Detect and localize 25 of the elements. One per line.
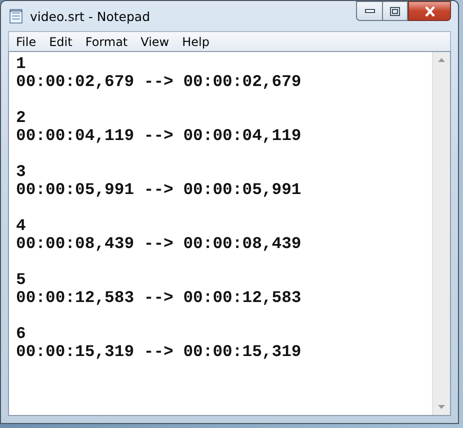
menu-item[interactable]: Help — [175, 34, 216, 48]
maximize-button[interactable] — [382, 1, 408, 21]
subtitle-number: 6 — [16, 325, 26, 343]
subtitle-timing: 00:00:04,119 --> 00:00:04,119 — [16, 127, 302, 145]
window-title: video.srt - Notepad — [30, 8, 152, 24]
menu-item[interactable]: View — [134, 34, 176, 48]
menu-item[interactable]: Edit — [42, 34, 78, 48]
minimize-icon — [364, 9, 374, 13]
subtitle-number: 2 — [16, 109, 26, 127]
menu-item[interactable]: Format — [78, 34, 134, 48]
maximize-icon — [390, 6, 400, 16]
notepad-icon — [8, 8, 24, 24]
subtitle-timing: 00:00:02,679 --> 00:00:02,679 — [16, 73, 302, 91]
subtitle-timing: 00:00:08,439 --> 00:00:08,439 — [16, 235, 302, 253]
subtitle-number: 1 — [16, 55, 26, 73]
subtitle-number: 5 — [16, 271, 26, 289]
menu-item[interactable]: File — [9, 34, 42, 48]
close-icon — [424, 6, 436, 16]
subtitle-timing: 00:00:05,991 --> 00:00:05,991 — [16, 181, 302, 199]
subtitle-number: 4 — [16, 217, 26, 235]
minimize-button[interactable] — [356, 1, 382, 21]
subtitle-timing: 00:00:12,583 --> 00:00:12,583 — [16, 289, 302, 307]
subtitle-timing: 00:00:15,319 --> 00:00:15,319 — [16, 343, 302, 361]
subtitle-number: 3 — [16, 163, 26, 181]
close-button[interactable] — [408, 1, 451, 21]
